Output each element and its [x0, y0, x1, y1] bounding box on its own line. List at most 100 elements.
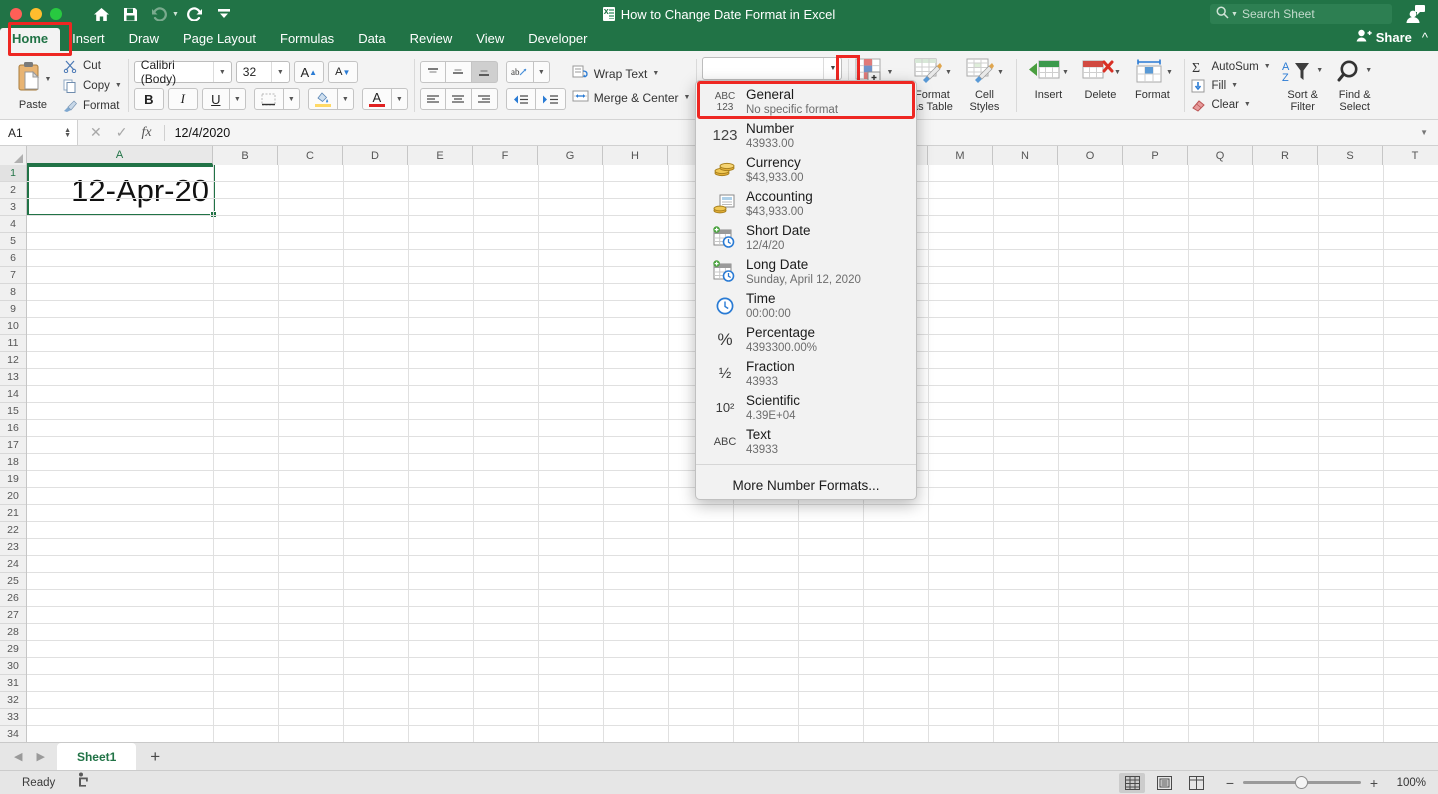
font-size-caret[interactable]: ▼ — [270, 62, 289, 82]
share-area[interactable]: Share ^ — [1356, 29, 1428, 45]
sort-filter-button[interactable]: A Z ▼ Sort & Filter — [1277, 53, 1329, 118]
column-header-S[interactable]: S — [1318, 146, 1383, 165]
row-header-11[interactable]: 11 — [0, 335, 26, 352]
confirm-edit-icon[interactable]: ✓ — [116, 124, 128, 141]
column-header-M[interactable]: M — [928, 146, 993, 165]
zoom-out-button[interactable]: − — [1224, 775, 1236, 791]
sheet-nav-arrows[interactable]: ◀ ▶ — [14, 750, 45, 763]
cancel-edit-icon[interactable]: ✕ — [90, 124, 102, 141]
row-header-3[interactable]: 3 — [0, 199, 26, 216]
row-header-29[interactable]: 29 — [0, 641, 26, 658]
align-center-button[interactable] — [445, 88, 472, 110]
menu-item-text[interactable]: ABC Text 43933 — [696, 425, 916, 459]
quick-access-toolbar[interactable]: ▼ — [88, 3, 237, 25]
tab-data[interactable]: Data — [346, 28, 397, 51]
menu-item-general[interactable]: ABC 123 General No specific format — [696, 85, 916, 119]
page-layout-view-icon[interactable] — [1151, 773, 1177, 793]
row-header-32[interactable]: 32 — [0, 692, 26, 709]
format-painter-button[interactable]: Format — [62, 98, 122, 113]
cut-button[interactable]: Cut — [62, 58, 122, 73]
decrease-indent-button[interactable] — [505, 88, 536, 110]
tab-developer[interactable]: Developer — [516, 28, 599, 51]
borders-dropdown-caret[interactable]: ▼ — [283, 88, 300, 110]
menu-item-long-date[interactable]: Long Date Sunday, April 12, 2020 — [696, 255, 916, 289]
column-header-P[interactable]: P — [1123, 146, 1188, 165]
save-icon[interactable] — [117, 3, 143, 25]
zoom-slider[interactable] — [1243, 776, 1361, 789]
tab-home[interactable]: Home — [0, 28, 61, 51]
row-header-13[interactable]: 13 — [0, 369, 26, 386]
search-box[interactable]: ▼ — [1210, 4, 1392, 24]
search-input[interactable] — [1241, 7, 1387, 21]
insert-function-icon[interactable]: fx — [141, 125, 151, 141]
font-size-combo[interactable]: 32 ▼ — [235, 61, 290, 83]
tab-insert[interactable]: Insert — [60, 28, 117, 51]
format-cells-button[interactable]: ▼ Format — [1126, 53, 1178, 118]
merge-center-caret[interactable]: ▼ — [684, 94, 691, 101]
row-header-33[interactable]: 33 — [0, 709, 26, 726]
row-header-2[interactable]: 2 — [0, 182, 26, 199]
underline-button[interactable]: U — [201, 88, 230, 110]
column-header-D[interactable]: D — [343, 146, 408, 165]
zoom-in-button[interactable]: + — [1368, 775, 1380, 791]
row-header-26[interactable]: 26 — [0, 590, 26, 607]
sheet-tab-sheet1[interactable]: Sheet1 — [56, 743, 137, 770]
column-header-E[interactable]: E — [408, 146, 473, 165]
selected-cell-A1[interactable]: 12-Apr-20 — [27, 165, 215, 216]
row-header-28[interactable]: 28 — [0, 624, 26, 641]
menu-item-short-date[interactable]: Short Date 12/4/20 — [696, 221, 916, 255]
menu-item-accounting[interactable]: Accounting $43,933.00 — [696, 187, 916, 221]
undo-dropdown-caret[interactable]: ▼ — [172, 11, 179, 18]
column-header-B[interactable]: B — [213, 146, 278, 165]
maximize-window-button[interactable] — [50, 8, 62, 20]
autosum-button[interactable]: Σ AutoSum ▼ — [1190, 59, 1270, 74]
font-color-button[interactable]: A — [361, 88, 392, 110]
row-header-27[interactable]: 27 — [0, 607, 26, 624]
row-header-16[interactable]: 16 — [0, 420, 26, 437]
collapse-ribbon-icon[interactable]: ^ — [1422, 30, 1428, 45]
text-orientation-button[interactable]: ab — [505, 61, 534, 83]
menu-item-more-number-formats[interactable]: More Number Formats... — [696, 470, 916, 495]
column-header-G[interactable]: G — [538, 146, 603, 165]
find-select-button[interactable]: ▼ Find & Select — [1329, 53, 1381, 118]
menu-item-time[interactable]: Time 00:00:00 — [696, 289, 916, 323]
fill-color-button[interactable] — [307, 88, 338, 110]
row-header-5[interactable]: 5 — [0, 233, 26, 250]
sort-filter-caret[interactable]: ▼ — [1316, 67, 1323, 74]
row-header-20[interactable]: 20 — [0, 488, 26, 505]
tab-review[interactable]: Review — [398, 28, 465, 51]
clear-button[interactable]: Clear ▼ — [1190, 97, 1270, 112]
delete-cells-button[interactable]: ▼ Delete — [1074, 53, 1126, 118]
cell-styles-button[interactable]: ▼ Cell Styles — [958, 53, 1010, 118]
close-window-button[interactable] — [10, 8, 22, 20]
row-header-24[interactable]: 24 — [0, 556, 26, 573]
home-icon[interactable] — [88, 3, 114, 25]
row-header-9[interactable]: 9 — [0, 301, 26, 318]
column-header-R[interactable]: R — [1253, 146, 1318, 165]
page-break-view-icon[interactable] — [1183, 773, 1209, 793]
row-header-14[interactable]: 14 — [0, 386, 26, 403]
format-as-table-caret[interactable]: ▼ — [945, 69, 952, 76]
row-header-12[interactable]: 12 — [0, 352, 26, 369]
paste-button[interactable]: ▼ Paste — [6, 61, 60, 111]
cell-styles-caret[interactable]: ▼ — [997, 69, 1004, 76]
clear-caret[interactable]: ▼ — [1244, 101, 1251, 108]
minimize-window-button[interactable] — [30, 8, 42, 20]
row-header-18[interactable]: 18 — [0, 454, 26, 471]
conditional-formatting-caret[interactable]: ▼ — [886, 69, 893, 76]
name-box[interactable]: A1 ▲ ▼ — [0, 120, 78, 145]
menu-item-currency[interactable]: Currency $43,933.00 — [696, 153, 916, 187]
align-bottom-button[interactable] — [471, 61, 498, 83]
column-header-C[interactable]: C — [278, 146, 343, 165]
row-header-34[interactable]: 34 — [0, 726, 26, 742]
underline-dropdown-caret[interactable]: ▼ — [229, 88, 246, 110]
increase-font-size-button[interactable]: A ▲ — [293, 61, 324, 83]
column-header-N[interactable]: N — [993, 146, 1058, 165]
autosum-caret[interactable]: ▼ — [1264, 63, 1271, 70]
tab-page-layout[interactable]: Page Layout — [171, 28, 268, 51]
column-header-A[interactable]: A — [27, 146, 213, 165]
number-format-caret[interactable]: ▼ — [823, 58, 841, 79]
copy-dropdown-caret[interactable]: ▼ — [115, 82, 122, 89]
redo-icon[interactable] — [182, 3, 208, 25]
row-header-19[interactable]: 19 — [0, 471, 26, 488]
